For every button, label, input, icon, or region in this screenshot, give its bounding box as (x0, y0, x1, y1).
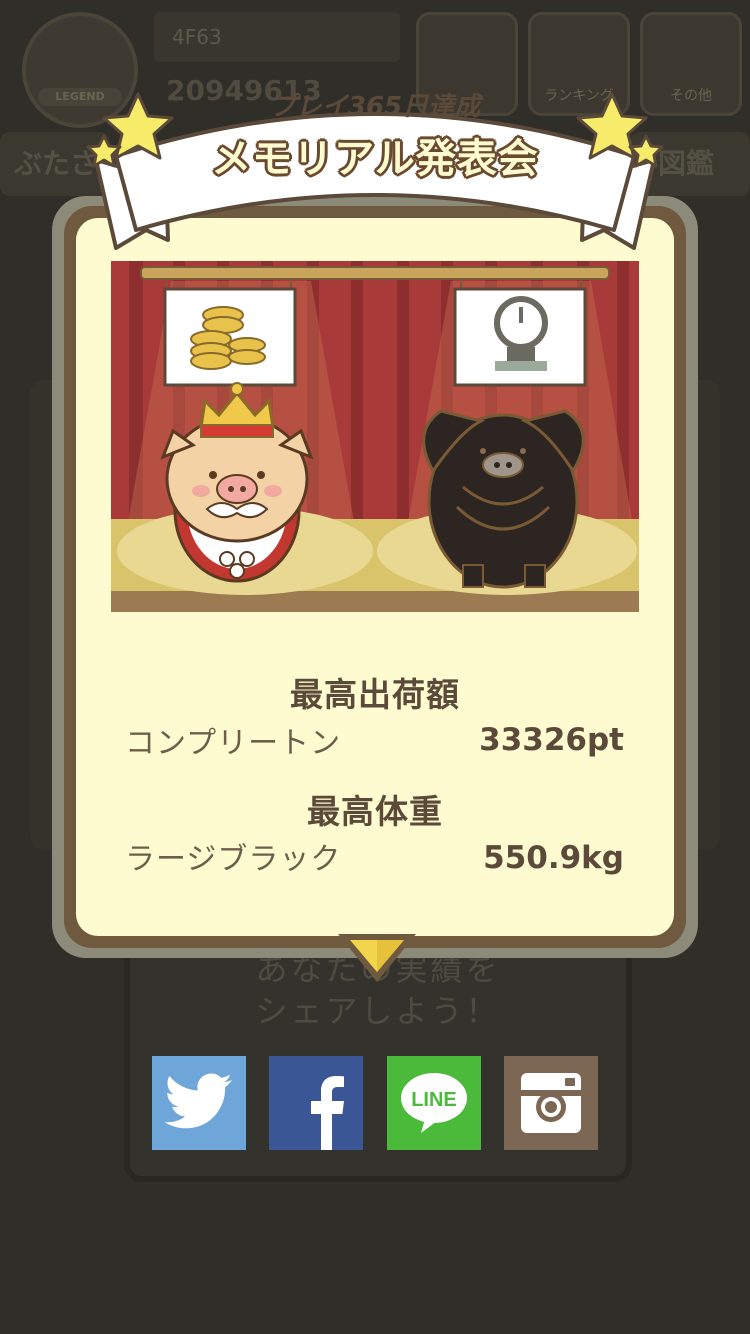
max-shipment-value: 33326pt (479, 722, 624, 758)
max-shipment-heading: 最高出荷額 (290, 675, 460, 714)
max-weight-heading: 最高体重 (307, 792, 443, 831)
max-weight-value: 550.9kg (483, 840, 624, 876)
down-arrow-icon (338, 934, 416, 982)
max-shipment-pig-name: コンプリートン (125, 726, 342, 761)
instagram-share-button[interactable] (504, 1056, 598, 1150)
stage-illustration (111, 261, 639, 612)
facebook-icon (311, 1076, 344, 1150)
twitter-share-button[interactable] (152, 1056, 246, 1150)
banner-title: メモリアル発表会 (211, 136, 539, 182)
line-share-button[interactable]: LINE (387, 1056, 481, 1150)
twitter-icon (164, 1073, 232, 1129)
line-label: LINE (411, 1089, 457, 1111)
facebook-share-button[interactable] (269, 1056, 363, 1150)
line-icon: LINE (401, 1073, 467, 1133)
max-weight-pig-name: ラージブラック (125, 842, 342, 877)
player-id: 4F63 (154, 12, 400, 62)
banner-subtitle: プレイ365日達成 (269, 92, 481, 122)
share-prompt-line2: シェアしよう！ (255, 992, 501, 1030)
instagram-icon (521, 1073, 581, 1133)
